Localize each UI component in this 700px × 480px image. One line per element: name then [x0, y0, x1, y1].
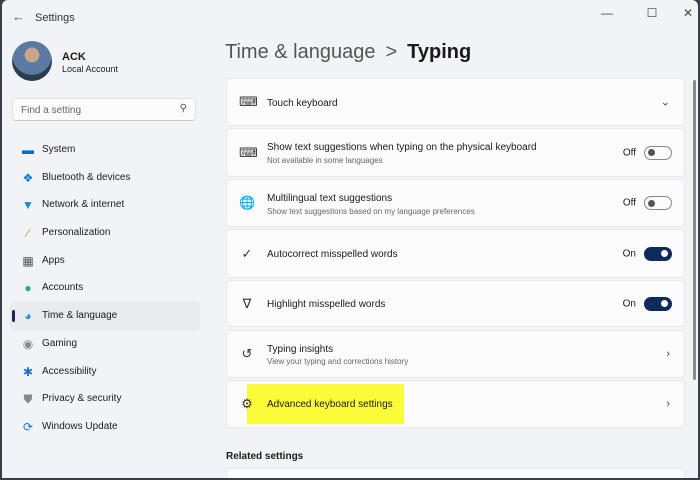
accessibility-icon: ✱: [22, 364, 34, 379]
setting-title: Highlight misspelled words: [267, 299, 386, 310]
setting-multilingual: 🌐 Multilingual text suggestions Show tex…: [226, 179, 685, 227]
sidebar-nav: ▬ System ❖ Bluetooth & devices ▼ Network & …: [10, 136, 200, 441]
search-placeholder: Find a setting: [21, 105, 82, 116]
person-icon: ●: [24, 281, 32, 296]
scrollbar[interactable]: [693, 80, 696, 380]
toggle-state-label: Off: [622, 147, 636, 158]
gamepad-icon: ◉: [22, 336, 34, 351]
account-type: Local Account: [62, 64, 119, 74]
sidebar-item-label: Windows Update: [42, 420, 118, 432]
setting-title: Show text suggestions when typing on the…: [267, 142, 537, 153]
chevron-right-icon: ›: [666, 398, 670, 410]
brush-icon: ∕: [26, 226, 29, 241]
sidebar-item-label: Gaming: [42, 337, 78, 349]
related-settings-heading: Related settings: [226, 451, 304, 462]
apps-icon: ▦: [22, 253, 34, 268]
globe-icon: ◕: [24, 309, 32, 324]
multilingual-toggle[interactable]: [644, 196, 672, 210]
sidebar-item-label: Apps: [42, 254, 65, 266]
sidebar-item-label: Accessibility: [42, 365, 97, 377]
keyboard-icon: ⌨: [239, 144, 258, 160]
setting-autocorrect: ✓ Autocorrect misspelled words On: [226, 229, 685, 278]
refresh-icon: ⟳: [22, 419, 34, 434]
setting-title: Typing insights: [267, 344, 334, 355]
keyboard-icon: ⌨: [239, 94, 258, 109]
setting-advanced-keyboard[interactable]: ⚙ Advanced keyboard settings ›: [226, 380, 685, 428]
sidebar-item-apps[interactable]: ▦ Apps: [10, 247, 200, 275]
setting-subtitle: Not available in some languages: [267, 156, 383, 165]
related-settings-card[interactable]: [226, 468, 685, 478]
sidebar-item-network[interactable]: ▼ Network & internet: [10, 191, 200, 219]
setting-title: Autocorrect misspelled words: [267, 249, 398, 260]
sidebar-item-label: Time & language: [42, 310, 118, 322]
setting-title: Touch keyboard: [267, 98, 338, 109]
user-name: ACK: [62, 51, 86, 63]
sidebar-item-personalization[interactable]: ∕ Personalization: [10, 219, 200, 247]
back-arrow-icon[interactable]: ←: [12, 9, 25, 24]
wifi-icon: ▼: [22, 198, 34, 213]
setting-highlight: ∇ Highlight misspelled words On: [226, 280, 685, 327]
breadcrumb-separator: >: [385, 41, 398, 63]
setting-typing-insights[interactable]: ↺ Typing insights View your typing and c…: [226, 330, 685, 378]
sidebar-item-privacy[interactable]: ⛊ Privacy & security: [10, 385, 200, 413]
setting-text-suggestions: ⌨ Show text suggestions when typing on t…: [226, 128, 685, 177]
maximize-icon[interactable]: ☐: [642, 6, 662, 20]
text-suggestions-toggle[interactable]: [644, 145, 672, 160]
sidebar-item-label: Privacy & security: [42, 393, 122, 405]
setting-subtitle: Show text suggestions based on my langua…: [267, 207, 475, 216]
monitor-icon: ▬: [22, 143, 34, 157]
sidebar-item-accessibility[interactable]: ✱ Accessibility: [10, 358, 200, 386]
toggle-state-label: On: [622, 248, 636, 259]
chevron-right-icon: ›: [666, 348, 670, 360]
chevron-down-icon[interactable]: ⌄: [661, 96, 670, 109]
history-icon: ↺: [241, 346, 253, 361]
sidebar-item-label: System: [42, 144, 76, 155]
bluetooth-icon: ❖: [22, 170, 34, 185]
search-input[interactable]: Find a setting ⚲: [12, 98, 196, 121]
gear-icon: ⚙: [241, 396, 253, 411]
breadcrumb-parent[interactable]: Time & language: [225, 41, 375, 63]
close-icon[interactable]: ✕: [678, 6, 698, 20]
setting-title: Advanced keyboard settings: [267, 399, 393, 410]
sidebar-item-gaming[interactable]: ◉ Gaming: [10, 330, 200, 358]
app-title: Settings: [35, 12, 75, 24]
highlight-toggle[interactable]: [644, 296, 672, 311]
sidebar-item-label: Network & internet: [42, 199, 125, 211]
settings-window: ← Settings — ☐ ✕ ACK Local Account Find …: [2, 0, 698, 478]
toggle-state-label: Off: [622, 197, 636, 209]
title-bar: ← Settings — ☐ ✕: [2, 0, 698, 34]
sidebar-item-accounts[interactable]: ● Accounts: [10, 274, 200, 302]
autocorrect-icon: ✓: [241, 245, 253, 261]
shield-icon: ⛊: [23, 392, 33, 407]
translate-icon: 🌐: [239, 195, 256, 210]
breadcrumb: Time & language > Typing: [225, 41, 471, 64]
sidebar-item-label: Personalization: [42, 227, 111, 239]
sidebar-item-bluetooth[interactable]: ❖ Bluetooth & devices: [10, 164, 200, 192]
minimize-icon[interactable]: —: [597, 6, 617, 20]
setting-title: Multilingual text suggestions: [267, 193, 393, 204]
setting-subtitle: View your typing and corrections history: [267, 357, 409, 366]
sidebar-item-system[interactable]: ▬ System: [10, 136, 200, 164]
page-title: Typing: [407, 41, 472, 63]
sidebar-item-time-language[interactable]: ◕ Time & language: [10, 302, 200, 330]
autocorrect-toggle[interactable]: [644, 246, 672, 261]
toggle-state-label: On: [622, 298, 636, 309]
sidebar-item-label: Accounts: [42, 282, 84, 294]
search-icon: ⚲: [179, 103, 187, 114]
setting-touch-keyboard[interactable]: ⌨ Touch keyboard ⌄: [226, 78, 685, 126]
sidebar-item-label: Bluetooth & devices: [42, 171, 131, 183]
sidebar-item-windows-update[interactable]: ⟳ Windows Update: [10, 413, 200, 441]
highlight-icon: ∇: [242, 295, 252, 311]
avatar[interactable]: [12, 41, 52, 81]
